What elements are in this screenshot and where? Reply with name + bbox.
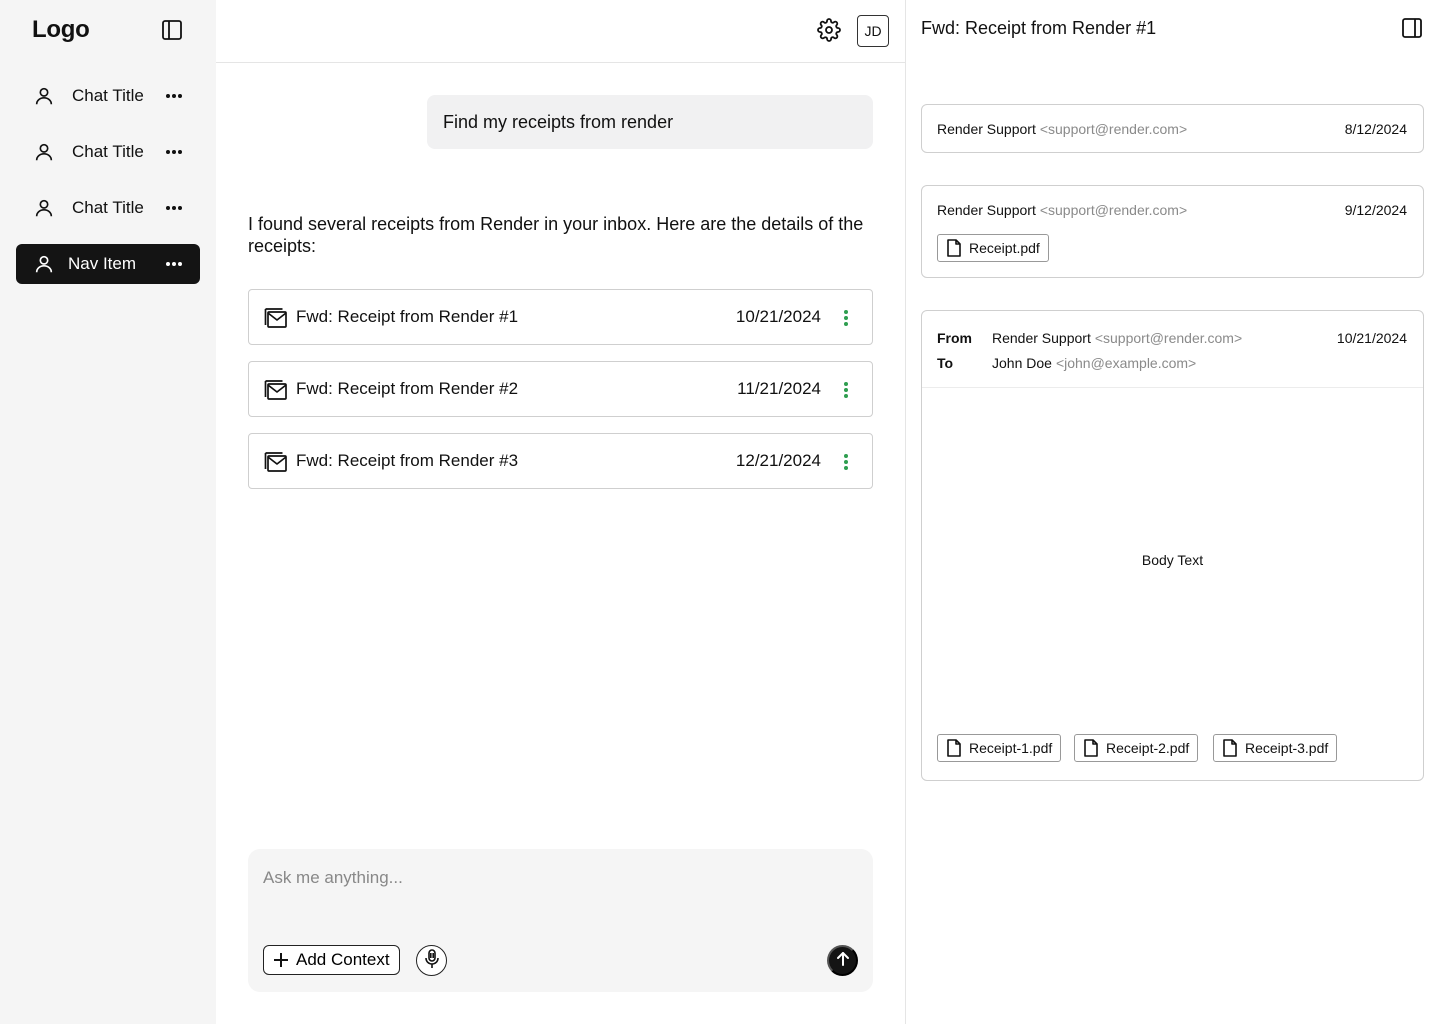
avatar[interactable]: JD [857,15,889,47]
from-address: <support@render.com> [1094,330,1243,346]
attachment-chip[interactable]: Receipt-3.pdf [1213,734,1338,762]
sender-address: <support@render.com> [1039,121,1188,137]
user-icon [32,140,56,164]
attachment-name: Receipt-2.pdf [1106,740,1190,756]
attachment-chip[interactable]: Receipt-1.pdf [937,734,1062,762]
panel-title: Fwd: Receipt from Render #1 [921,18,1157,38]
thread-message-collapsed[interactable]: Render Support <support@render.com> 9/12/… [921,185,1424,278]
sidebar-item-chat-1[interactable]: Chat Title [16,76,200,116]
message-date: 10/21/2024 [1336,330,1407,346]
file-icon [1083,739,1099,757]
more-options-icon[interactable] [162,196,186,220]
email-date: 12/21/2024 [735,451,821,470]
file-icon [946,739,962,757]
more-options-icon[interactable] [162,140,186,164]
from-label: From [937,330,972,346]
assistant-message: I found several receipts from Render in … [248,214,864,256]
arrow-up-icon [835,951,851,970]
sender-address: <support@render.com> [1039,202,1188,218]
attachment-chip[interactable]: Receipt.pdf [937,234,1049,262]
sender-name: Render Support [937,121,1036,137]
thread-sender-row: Render Support <support@render.com> [937,202,1187,218]
to-label: To [937,355,954,371]
add-context-label: Add Context [296,950,390,969]
to-row: John Doe <john@example.com> [992,355,1196,371]
message-date: 9/12/2024 [1344,202,1407,218]
email-result-card[interactable]: Fwd: Receipt from Render #1 10/21/2024 [248,289,873,345]
more-options-icon[interactable] [162,252,186,276]
email-subject: Fwd: Receipt from Render #2 [296,379,519,398]
sidebar-item-nav-active[interactable]: Nav Item [16,244,200,284]
mail-stack-icon [264,379,288,401]
nav-list: Chat Title Chat Title Chat Title Nav Ite… [16,76,200,300]
sidebar-item-label: Chat Title [72,198,144,217]
thread-sender-row: Render Support <support@render.com> [937,121,1187,137]
sidebar-item-label: Nav Item [68,254,137,273]
top-bar: JD [216,0,905,63]
attachment-chip[interactable]: Receipt-2.pdf [1074,734,1199,762]
open-email: From To Render Support <support@render.co… [921,310,1424,781]
header-divider [922,387,1423,388]
panel-toggle-icon[interactable] [1400,16,1424,40]
sidebar-toggle-icon[interactable] [160,18,184,42]
email-body: Body Text [1141,552,1204,568]
email-subject: Fwd: Receipt from Render #3 [296,451,519,470]
sidebar: Logo Chat Title Chat Title Chat Title Na… [0,0,216,1024]
sidebar-item-chat-3[interactable]: Chat Title [16,188,200,228]
email-result-card[interactable]: Fwd: Receipt from Render #3 12/21/2024 [248,433,873,489]
thread-message-collapsed[interactable]: Render Support <support@render.com> 8/12/… [921,104,1424,153]
file-icon [946,239,962,257]
add-context-button[interactable]: Add Context [263,945,400,975]
email-date: 10/21/2024 [735,307,821,326]
attachment-name: Receipt-1.pdf [969,740,1053,756]
more-options-icon[interactable] [162,84,186,108]
chat-input[interactable] [263,865,853,891]
mail-stack-icon [264,451,288,473]
message-date: 8/12/2024 [1344,121,1407,137]
sidebar-item-label: Chat Title [72,142,144,161]
kebab-menu-icon[interactable] [836,379,856,401]
microphone-icon [424,949,440,972]
user-icon [32,252,56,276]
sender-name: Render Support [937,202,1036,218]
user-icon [32,196,56,220]
to-address: <john@example.com> [1055,355,1197,371]
kebab-menu-icon[interactable] [836,307,856,329]
kebab-menu-icon[interactable] [836,451,856,473]
send-button[interactable] [827,945,858,976]
attachment-name: Receipt.pdf [969,240,1040,256]
plus-icon [272,951,290,969]
settings-gear-icon[interactable] [817,18,843,44]
sidebar-item-label: Chat Title [72,86,144,105]
logo: Logo [32,16,90,43]
user-icon [32,84,56,108]
user-message: Find my receipts from render [427,95,873,149]
from-row: Render Support <support@render.com> [992,330,1242,346]
microphone-button[interactable] [416,945,447,976]
email-subject: Fwd: Receipt from Render #1 [296,307,519,326]
chat-main: JD Find my receipts from render I found … [216,0,906,1024]
mail-stack-icon [264,307,288,329]
file-icon [1222,739,1238,757]
message-composer: Add Context [248,849,873,992]
email-detail-panel: Fwd: Receipt from Render #1 Render Suppo… [906,0,1440,1024]
to-name: John Doe [992,355,1052,371]
email-date: 11/21/2024 [737,379,821,398]
attachment-name: Receipt-3.pdf [1245,740,1329,756]
email-result-card[interactable]: Fwd: Receipt from Render #2 11/21/2024 [248,361,873,417]
from-name: Render Support [992,330,1091,346]
sidebar-item-chat-2[interactable]: Chat Title [16,132,200,172]
